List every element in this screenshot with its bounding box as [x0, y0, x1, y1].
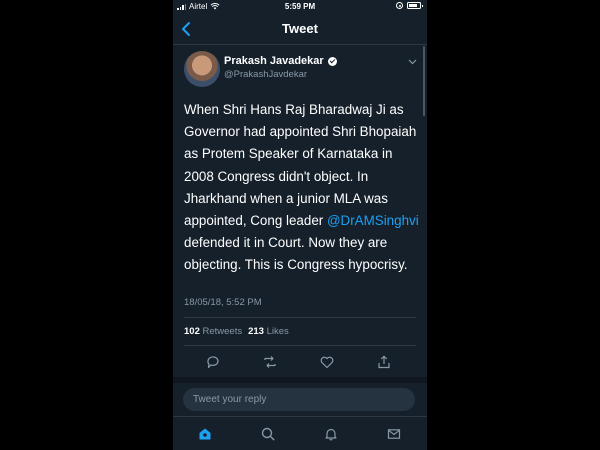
battery-icon: [407, 2, 423, 9]
tweet-screen: Airtel 5:59 PM Tweet Prakash Javadekar @…: [173, 0, 427, 450]
likes-stat[interactable]: 213 Likes: [248, 326, 289, 337]
tweet-timestamp: 18/05/18, 5:52 PM: [184, 297, 262, 308]
likes-label: Likes: [266, 326, 289, 337]
status-bar: Airtel 5:59 PM: [173, 0, 427, 14]
tweet-text-part-2: defended it in Court. Now they are objec…: [184, 235, 408, 273]
tab-bar: [173, 416, 427, 450]
divider: [184, 345, 416, 346]
chevron-down-icon[interactable]: [408, 59, 417, 65]
tweet-stats: 102 Retweets 213 Likes: [184, 326, 289, 337]
retweets-count: 102: [184, 326, 200, 337]
like-icon[interactable]: [319, 354, 335, 370]
reply-icon[interactable]: [205, 354, 221, 370]
author-name[interactable]: Prakash Javadekar: [224, 55, 324, 67]
retweet-icon[interactable]: [262, 354, 278, 370]
search-icon[interactable]: [260, 426, 276, 442]
messages-icon[interactable]: [386, 426, 402, 442]
location-icon: [396, 2, 403, 9]
scrollbar[interactable]: [423, 46, 425, 116]
mention-link[interactable]: @DrAMSinghvi: [327, 213, 419, 228]
divider: [184, 317, 416, 318]
verified-badge-icon: [327, 56, 337, 66]
nav-bar: Tweet: [173, 14, 427, 45]
home-icon[interactable]: [197, 426, 213, 442]
tweet-text: When Shri Hans Raj Bharadwaj Ji as Gover…: [184, 99, 422, 277]
page-title: Tweet: [282, 21, 318, 36]
retweets-label: Retweets: [202, 326, 243, 337]
likes-count: 213: [248, 326, 264, 337]
share-icon[interactable]: [376, 354, 392, 370]
retweets-stat[interactable]: 102 Retweets: [184, 326, 242, 337]
avatar[interactable]: [184, 51, 220, 87]
notifications-icon[interactable]: [323, 426, 339, 442]
tweet-text-part-1: When Shri Hans Raj Bharadwaj Ji as Gover…: [184, 102, 417, 229]
status-time: 5:59 PM: [284, 2, 316, 11]
author-name-row[interactable]: Prakash Javadekar: [224, 55, 337, 67]
author-handle[interactable]: @PrakashJavdekar: [224, 69, 307, 80]
section-separator: [173, 377, 427, 383]
reply-input[interactable]: Tweet your reply: [183, 388, 415, 411]
tweet-actions: [173, 350, 427, 374]
